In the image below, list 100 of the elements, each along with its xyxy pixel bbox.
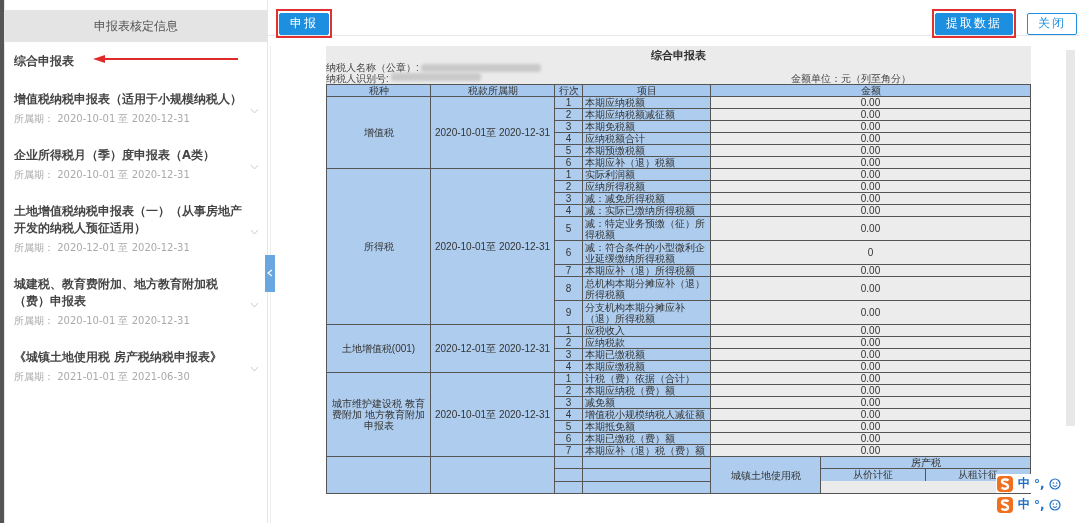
item-cell: 本期免税额 (585, 121, 635, 132)
item-cell: 本期应补（退）所得税额 (585, 265, 695, 276)
amount-cell: 0.00 (860, 133, 881, 144)
s-logo-icon (996, 474, 1014, 493)
amount-cell: 0.00 (860, 307, 881, 318)
chevron-down-icon (250, 301, 259, 308)
sidebar-item[interactable]: 综合申报表 (5, 42, 267, 80)
amount-cell: 0.00 (860, 397, 881, 408)
item-cell: 减：实际已缴纳所得税额 (585, 205, 695, 216)
item-cell: 增值税小规模纳税人减征额 (585, 409, 705, 420)
row-number-cell: 1 (565, 373, 572, 384)
row-number-cell: 5 (565, 145, 572, 156)
item-cell: 本期预缴税额 (585, 145, 645, 156)
period-cell: 2020-12-01至 2020-12-31 (434, 343, 551, 354)
row-number-cell: 8 (565, 283, 572, 294)
item-cell: 计税（费）依据（合计） (585, 373, 695, 384)
row-number-cell: 5 (565, 421, 572, 432)
smiley-icon (1048, 498, 1061, 511)
land-use-tax-header: 城镇土地使用税 (730, 469, 801, 481)
unit-note: 金额单位：元（列至角分） (791, 73, 911, 84)
item-cell: 实际利润额 (585, 169, 635, 180)
amount-cell: 0.00 (860, 193, 881, 204)
row-number-cell: 1 (565, 169, 572, 180)
amount-cell: 0.00 (860, 433, 881, 444)
sidebar-item[interactable]: 增值税纳税申报表（适用于小规模纳税人） 所属期： 2020-10-01 至 2020-12-31 (5, 80, 267, 136)
amount-cell: 0.00 (860, 181, 881, 192)
amount-cell: 0.00 (860, 421, 881, 432)
row-number-cell: 3 (565, 121, 572, 132)
amount-cell: 0.00 (860, 265, 881, 276)
taxpayer-id-label: 纳税人识别号: (326, 73, 389, 84)
column-header: 金额 (860, 85, 881, 96)
item-cell: 减：符合条件的小型微利企业延缓缴纳所得税额 (585, 241, 705, 264)
amount-cell: 0.00 (860, 349, 881, 360)
amount-cell: 0 (867, 247, 874, 258)
amount-cell: 0.00 (860, 385, 881, 396)
row-number-cell: 1 (565, 325, 572, 336)
sidebar-item[interactable]: 城建税、教育费附加、地方教育附加税（费）申报表 所属期： 2020-10-01 至 2020-12-31 (5, 265, 267, 338)
row-number-cell: 4 (565, 133, 572, 144)
item-cell: 分支机构本期分摊应补（退）所得税额 (585, 301, 685, 324)
taxpayer-name-label: 纳税人名称（公章）: (326, 62, 419, 73)
amount-cell: 0.00 (860, 325, 881, 336)
item-cell: 应纳所得税额 (585, 181, 645, 192)
by-value-header: 从价计征 (852, 469, 893, 480)
input-mode-label: 中 (1018, 496, 1030, 513)
item-cell: 本期抵免额 (585, 421, 635, 432)
amount-cell: 0.00 (860, 97, 881, 108)
collapse-handle[interactable] (265, 255, 275, 292)
s-logo-icon (996, 495, 1014, 514)
item-cell: 本期应补（退）税额 (585, 157, 675, 168)
amount-cell: 0.00 (860, 445, 881, 456)
close-button[interactable]: 关闭 (1027, 12, 1077, 35)
sidebar-header: 申报表核定信息 (5, 10, 267, 42)
row-number-cell: 3 (565, 349, 572, 360)
column-header: 税款所属期 (467, 85, 518, 96)
item-cell: 减免额 (585, 397, 615, 408)
amount-cell: 0.00 (860, 283, 881, 294)
row-number-cell: 2 (565, 385, 572, 396)
amount-cell: 0.00 (860, 409, 881, 420)
period-cell: 2020-10-01至 2020-12-31 (434, 241, 551, 252)
row-number-cell: 6 (565, 157, 572, 168)
punctuation-mode-label: °, (1034, 497, 1045, 512)
row-number-cell: 4 (565, 361, 572, 372)
item-cell: 本期应纳税（费）额 (585, 385, 675, 396)
property-tax-header: 房产税 (910, 457, 941, 468)
amount-cell: 0.00 (860, 157, 881, 168)
sidebar-item[interactable]: 土地增值税纳税申报表（一）（从事房地产开发的纳税人预征适用） 所属期： 2020-12-01 至 2020-12-31 (5, 192, 267, 265)
row-number-cell: 4 (565, 205, 572, 216)
by-rent-header: 从租计征 (957, 469, 998, 480)
tax-type-cell: 所得税 (363, 241, 394, 252)
smiley-icon (1048, 477, 1061, 490)
amount-cell: 0.00 (860, 373, 881, 384)
punctuation-mode-label: °, (1034, 476, 1045, 491)
sidebar-item[interactable]: 企业所得税月（季）度申报表（A类） 所属期： 2020-10-01 至 2020-12-31 (5, 136, 267, 192)
amount-cell: 0.00 (860, 109, 881, 120)
item-cell: 总机构本期分摊应补（退）所得税额 (585, 277, 705, 300)
sidebar-item[interactable]: 《城镇土地使用税 房产税纳税申报表》 所属期： 2021-01-01 至 2021-06-30 (5, 338, 267, 394)
chevron-down-icon (250, 366, 259, 372)
item-cell: 减：特定业务预缴（征）所得税额 (585, 217, 705, 240)
column-header: 税种 (368, 85, 389, 96)
tax-type-cell: 城市维护建设税 教育费附加 地方教育附加申报表 (332, 398, 425, 431)
row-number-cell: 7 (565, 265, 572, 276)
chevron-down-icon (250, 164, 259, 170)
row-number-cell: 4 (565, 409, 572, 420)
row-number-cell: 2 (565, 109, 572, 120)
item-cell: 本期应纳税额 (585, 97, 645, 108)
amount-cell: 0.00 (860, 169, 881, 180)
row-number-cell: 2 (565, 181, 572, 192)
item-cell: 应纳税额合计 (585, 133, 645, 144)
row-number-cell: 9 (565, 307, 572, 318)
row-number-cell: 6 (565, 247, 572, 258)
item-cell: 本期应缴税额 (585, 361, 645, 372)
row-number-cell: 7 (565, 445, 572, 456)
item-cell: 本期应补（退）税（费）额 (585, 445, 705, 456)
chevron-down-icon (250, 228, 259, 235)
input-mode-label: 中 (1018, 475, 1030, 492)
amount-cell: 0.00 (860, 223, 881, 234)
chevron-left-icon (267, 269, 273, 277)
item-cell: 本期已缴税（费）额 (585, 433, 675, 444)
item-cell: 应税收入 (585, 325, 625, 336)
chevron-down-icon (250, 108, 259, 114)
